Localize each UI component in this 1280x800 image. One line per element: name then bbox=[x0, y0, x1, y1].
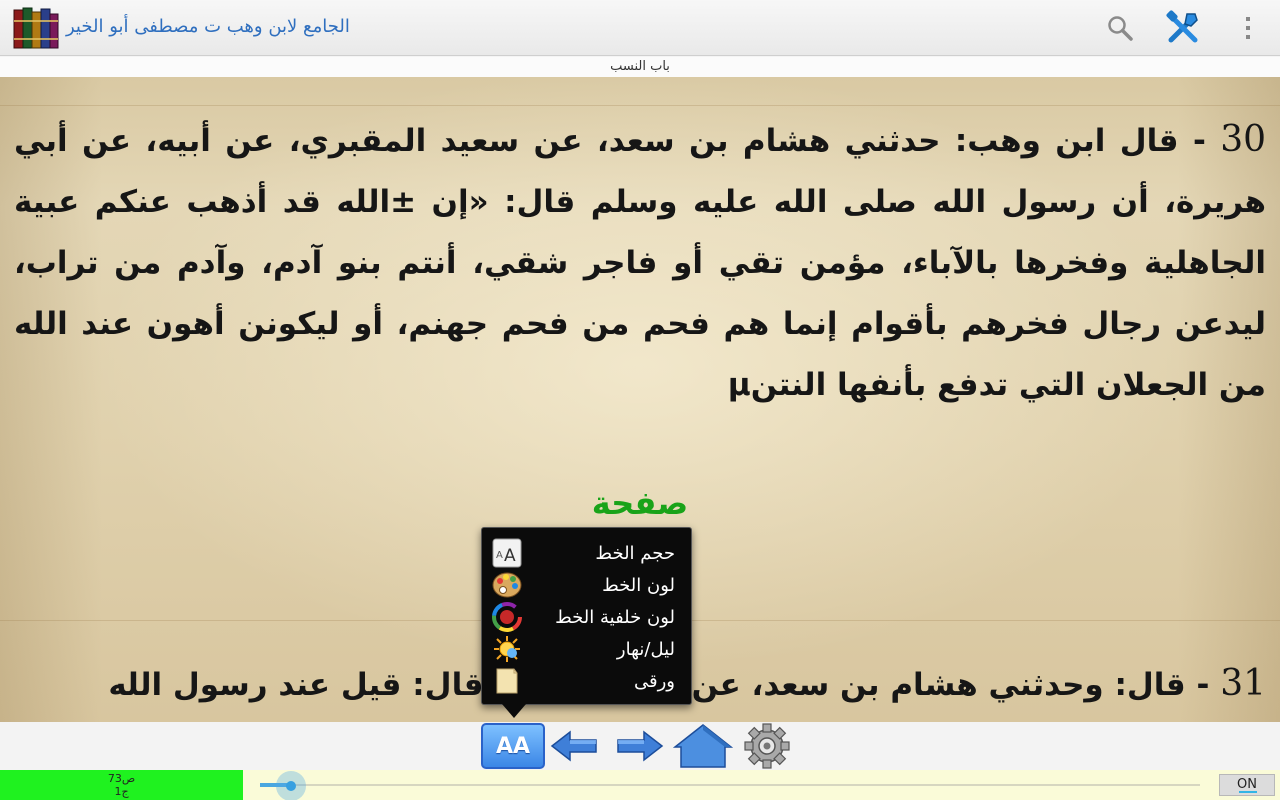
search-icon bbox=[1108, 16, 1133, 41]
svg-text:A: A bbox=[504, 546, 516, 566]
bottom-toolbar: AA bbox=[0, 722, 1280, 770]
overflow-menu-button[interactable] bbox=[1228, 8, 1268, 48]
overflow-menu-icon bbox=[1246, 17, 1250, 39]
sun-icon bbox=[494, 636, 520, 662]
menu-item-label: لون الخط bbox=[602, 574, 675, 596]
forward-button[interactable] bbox=[612, 722, 666, 770]
menu-item-day-night[interactable]: ليل/نهار bbox=[482, 633, 693, 665]
menu-item-font-color[interactable]: لون الخط bbox=[482, 569, 693, 601]
settings-button[interactable] bbox=[736, 722, 798, 770]
menu-item-background-color[interactable]: لون خلفية الخط bbox=[482, 601, 693, 633]
paper-icon bbox=[496, 668, 518, 694]
action-bar: الجامع لابن وهب ت مصطفى أبو الخير bbox=[0, 0, 1280, 56]
tools-button[interactable] bbox=[1163, 8, 1203, 48]
back-arrow-icon bbox=[550, 730, 597, 762]
forward-arrow-icon bbox=[617, 730, 664, 762]
menu-item-label: حجم الخط bbox=[595, 542, 675, 564]
menu-pointer bbox=[502, 704, 526, 718]
home-icon bbox=[673, 724, 733, 768]
back-button[interactable] bbox=[548, 722, 602, 770]
app-title: الجامع لابن وهب ت مصطفى أبو الخير bbox=[66, 16, 350, 37]
hadith-text: - قال ابن وهب: حدثني هشام بن سعد، عن سعي… bbox=[14, 123, 1266, 403]
hadith-number: 30 bbox=[1220, 119, 1266, 160]
app-root: الجامع لابن وهب ت مصطفى أبو الخير باب ال bbox=[0, 0, 1280, 800]
page-indicator: ص73 ج1 bbox=[0, 770, 243, 800]
page-number: ص73 bbox=[107, 772, 136, 785]
hadith-number: 31 bbox=[1220, 663, 1266, 704]
page-slider-thumb[interactable] bbox=[276, 771, 306, 800]
page-label: صفحة bbox=[591, 484, 689, 522]
menu-item-font-size[interactable]: حجم الخط A A bbox=[482, 537, 693, 569]
tools-icon bbox=[1166, 10, 1198, 43]
books-icon[interactable] bbox=[12, 6, 60, 50]
color-wheel-icon bbox=[492, 602, 522, 632]
font-style-icon: AA bbox=[495, 733, 531, 759]
page-slider-track[interactable] bbox=[260, 784, 1200, 786]
menu-item-label: ورقى bbox=[634, 670, 675, 692]
hadith-30[interactable]: 30 - قال ابن وهب: حدثني هشام بن سعد، عن … bbox=[14, 109, 1266, 414]
on-toggle[interactable]: ON bbox=[1219, 774, 1275, 796]
font-style-button[interactable]: AA bbox=[481, 723, 545, 769]
menu-item-paper[interactable]: ورقى bbox=[482, 665, 693, 697]
menu-item-label: ليل/نهار bbox=[616, 638, 675, 660]
status-bar: ص73 ج1 ON bbox=[0, 770, 1280, 800]
part-number: ج1 bbox=[114, 785, 129, 798]
svg-text:A: A bbox=[496, 550, 503, 561]
menu-item-label: لون خلفية الخط bbox=[555, 606, 675, 628]
palette-icon bbox=[492, 572, 522, 598]
font-size-icon: A A bbox=[492, 538, 522, 568]
search-button[interactable] bbox=[1100, 8, 1140, 48]
settings-gear-icon bbox=[744, 723, 790, 769]
page-divider bbox=[0, 105, 1280, 106]
home-button[interactable] bbox=[672, 722, 734, 770]
chapter-title: باب النسب bbox=[0, 57, 1280, 77]
font-options-menu: حجم الخط A A لون الخط لون خلفية الخط ليل… bbox=[481, 527, 692, 705]
